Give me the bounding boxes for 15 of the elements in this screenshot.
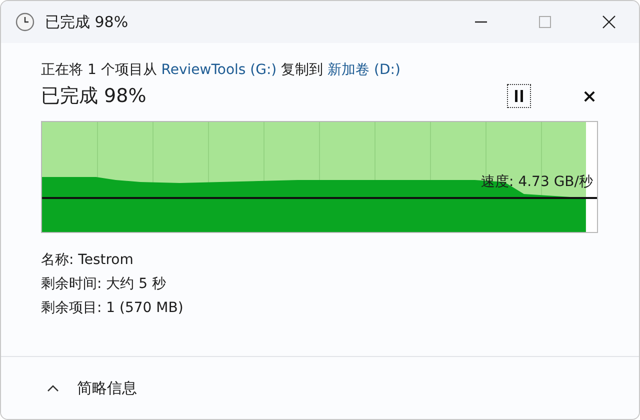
pause-icon <box>514 90 524 102</box>
clock-icon <box>15 12 35 32</box>
close-button[interactable] <box>601 14 617 30</box>
progress-status: 已完成 98% <box>41 84 146 109</box>
pause-button[interactable] <box>507 84 531 108</box>
detail-text: 名称: Testrom <box>41 251 134 269</box>
close-icon <box>584 90 594 102</box>
source-link[interactable]: ReviewTools (G:) <box>161 62 277 78</box>
window-title: 已完成 98% <box>45 12 128 32</box>
chevron-icon <box>47 384 59 392</box>
detail-text: 剩余项目: 1 (570 MB) <box>41 299 184 317</box>
transfer-message: 正在将 1 个项目从 ReviewTools (G:) 复制到 新加卷 (D:) <box>41 61 402 79</box>
detail-text: 剩余时间: 大约 5 秒 <box>41 275 167 293</box>
details-toggle[interactable]: 简略信息 <box>43 374 141 402</box>
destination-link[interactable]: 新加卷 (D:) <box>328 62 400 78</box>
